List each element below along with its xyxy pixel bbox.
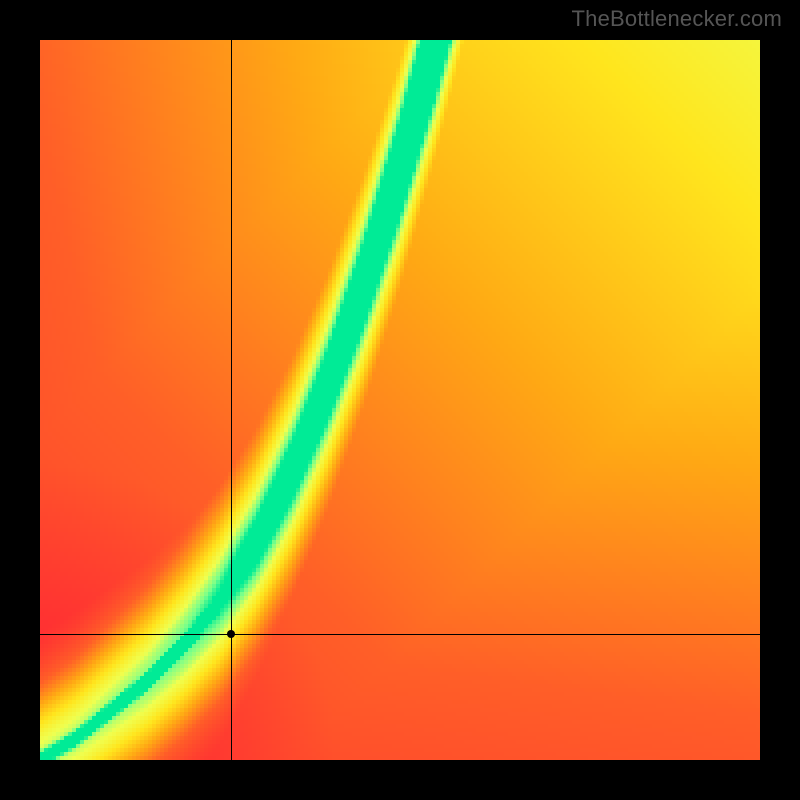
crosshair-vertical — [231, 40, 232, 760]
chart-frame: TheBottlenecker.com — [0, 0, 800, 800]
marker-point — [227, 630, 235, 638]
plot-area — [40, 40, 760, 760]
watermark-text: TheBottlenecker.com — [572, 6, 782, 32]
heatmap-canvas — [40, 40, 760, 760]
crosshair-horizontal — [40, 634, 760, 635]
